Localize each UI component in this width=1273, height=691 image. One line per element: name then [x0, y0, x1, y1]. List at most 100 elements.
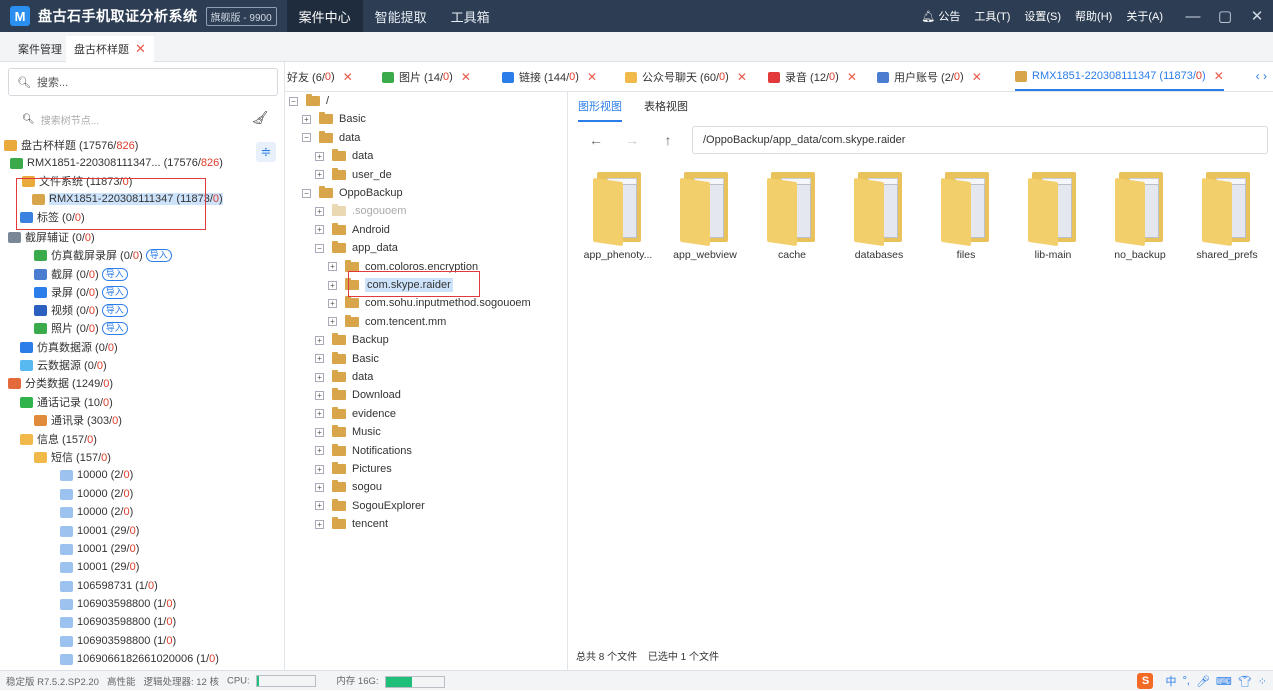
microphone-icon[interactable]: 🎤︎ — [1196, 675, 1210, 688]
folder-item[interactable]: files — [926, 172, 1006, 261]
expand-icon[interactable]: + — [315, 372, 324, 382]
close-tab-icon[interactable]: ✕ — [587, 70, 597, 84]
forward-arrow-icon[interactable]: → — [614, 132, 650, 148]
category-tab[interactable]: 录音 (12/0) ✕ — [768, 69, 857, 85]
collapse-icon[interactable]: − — [289, 96, 298, 106]
expand-icon[interactable]: + — [315, 206, 324, 216]
close-tab-icon[interactable]: ✕ — [135, 41, 146, 57]
tree-node[interactable]: 通话记录 (10/0) — [20, 393, 113, 411]
folder-node[interactable]: + Basic — [302, 110, 366, 128]
tree-node[interactable]: 106903598800 (1/0) — [60, 613, 176, 631]
tree-node[interactable]: 10001 (29/0) — [60, 522, 139, 540]
folder-node[interactable]: + Pictures — [315, 460, 392, 478]
tree-node[interactable]: 10001 (29/0) — [60, 558, 139, 576]
expand-icon[interactable]: + — [328, 280, 337, 290]
expand-icon[interactable]: + — [315, 464, 324, 474]
close-tab-icon[interactable]: ✕ — [461, 70, 471, 84]
expand-icon[interactable]: + — [328, 298, 337, 308]
tree-node[interactable]: 通讯录 (303/0) — [34, 411, 122, 429]
close-tab-icon[interactable]: ✕ — [847, 70, 857, 84]
tree-node[interactable]: 106598731 (1/0) — [60, 577, 158, 595]
category-tab[interactable]: RMX1851-220308111347 (11873/0) ✕ — [1015, 69, 1224, 91]
close-tab-icon[interactable]: ✕ — [343, 70, 353, 84]
settings-menu[interactable]: 设置(S) — [1024, 8, 1061, 24]
up-arrow-icon[interactable]: ↑ — [650, 132, 686, 148]
close-tab-icon[interactable]: ✕ — [737, 70, 747, 84]
folder-node[interactable]: + .sogouoem — [315, 202, 406, 220]
folder-item[interactable]: app_phenoty... — [578, 172, 658, 261]
path-input[interactable]: /OppoBackup/app_data/com.skype.raider — [692, 126, 1268, 154]
expand-icon[interactable]: + — [315, 390, 324, 400]
folder-node[interactable]: + data — [315, 147, 373, 165]
tree-node[interactable]: 云数据源 (0/0) — [20, 356, 107, 374]
import-button[interactable]: 导入 — [101, 285, 128, 299]
folder-node[interactable]: + user_de — [315, 166, 392, 184]
folder-node[interactable]: − / — [289, 92, 329, 110]
grid-menu-icon[interactable]: ⁘ — [1258, 675, 1267, 688]
tree-node[interactable]: 截屏 (0/0) 导入 — [34, 265, 128, 283]
folder-node[interactable]: + com.sohu.inputmethod.sogouoem — [328, 294, 531, 312]
expand-icon[interactable]: + — [315, 170, 324, 180]
help-menu[interactable]: 帮助(H) — [1075, 8, 1112, 24]
back-arrow-icon[interactable]: ← — [578, 132, 614, 148]
tree-node[interactable]: 106903598800 (1/0) — [60, 632, 176, 650]
category-tab[interactable]: 好友 (6/0) ✕ — [287, 69, 353, 85]
category-tab[interactable]: 图片 (14/0) ✕ — [382, 69, 471, 85]
sogou-ime-icon[interactable]: S — [1137, 673, 1154, 689]
about-menu[interactable]: 关于(A) — [1126, 8, 1163, 24]
folder-node[interactable]: + Music — [315, 423, 381, 441]
tree-node[interactable]: 视频 (0/0) 导入 — [34, 301, 128, 319]
folder-node[interactable]: − data — [302, 129, 360, 147]
import-button[interactable]: 导入 — [101, 321, 128, 335]
expand-icon[interactable]: + — [302, 114, 311, 124]
import-button[interactable]: 导入 — [101, 267, 128, 281]
collapse-icon[interactable]: − — [302, 188, 311, 198]
folder-node[interactable]: + sogou — [315, 478, 382, 496]
tab-graphic-view[interactable]: 图形视图 — [578, 98, 622, 122]
folder-node[interactable]: + SogouExplorer — [315, 497, 425, 515]
tools-menu[interactable]: 工具(T) — [974, 8, 1010, 24]
folder-node[interactable]: + Download — [315, 386, 401, 404]
close-tab-icon[interactable]: ✕ — [972, 70, 982, 84]
tree-node[interactable]: 10000 (2/0) — [60, 503, 133, 521]
collapse-expand-icon[interactable]: ≑ — [256, 142, 276, 162]
tree-node[interactable]: 仿真截屏录屏 (0/0) 导入 — [34, 246, 172, 264]
category-tab[interactable]: 链接 (144/0) ✕ — [502, 69, 597, 85]
folder-node[interactable]: − OppoBackup — [302, 184, 403, 202]
expand-icon[interactable]: + — [315, 335, 324, 345]
tree-node[interactable]: 106903598800 (1/0) — [60, 595, 176, 613]
minimize-icon[interactable]: — — [1177, 8, 1209, 25]
folder-node[interactable]: + data — [315, 368, 373, 386]
expand-icon[interactable]: + — [328, 262, 337, 272]
folder-node[interactable]: + tencent — [315, 515, 388, 533]
tree-node[interactable]: 截屏辅证 (0/0) — [8, 228, 95, 246]
tree-node[interactable]: 分类数据 (1249/0) — [8, 374, 113, 392]
folder-node[interactable]: + Android — [315, 221, 390, 239]
expand-icon[interactable]: + — [315, 519, 324, 529]
category-tab[interactable]: 公众号聊天 (60/0) ✕ — [625, 69, 747, 85]
close-window-icon[interactable]: ✕ — [1241, 7, 1273, 25]
tree-node[interactable]: 1069066182661020006 (1/0) — [60, 650, 219, 668]
folder-node[interactable]: − app_data — [315, 239, 398, 257]
folder-node[interactable]: + com.tencent.mm — [328, 313, 446, 331]
import-button[interactable]: 导入 — [145, 248, 172, 262]
expand-icon[interactable]: + — [315, 354, 324, 364]
nav-toolbox[interactable]: 工具箱 — [439, 0, 502, 32]
tree-node[interactable]: 短信 (157/0) — [34, 448, 111, 466]
folder-node[interactable]: + evidence — [315, 405, 396, 423]
search-input[interactable]: 🔍︎ 搜索... — [8, 68, 278, 96]
tree-node[interactable]: 10001 (29/0) — [60, 540, 139, 558]
expand-icon[interactable]: + — [315, 427, 324, 437]
tree-node[interactable]: 照片 (0/0) 导入 — [34, 319, 128, 337]
folder-item[interactable]: shared_prefs — [1187, 172, 1267, 261]
collapse-icon[interactable]: − — [315, 243, 324, 253]
folder-item[interactable]: databases — [839, 172, 919, 261]
folder-node[interactable]: + Backup — [315, 331, 389, 349]
chinese-mode-icon[interactable]: 中 — [1165, 673, 1176, 689]
folder-item[interactable]: app_webview — [665, 172, 745, 261]
collapse-icon[interactable]: − — [302, 133, 311, 143]
tab-sample-case[interactable]: 盘古杯样题 ✕ — [66, 36, 154, 62]
tree-node[interactable]: RMX1851-220308111347... (17576/826) — [10, 154, 223, 172]
close-tab-icon[interactable]: ✕ — [1214, 69, 1224, 83]
expand-icon[interactable]: + — [315, 446, 324, 456]
